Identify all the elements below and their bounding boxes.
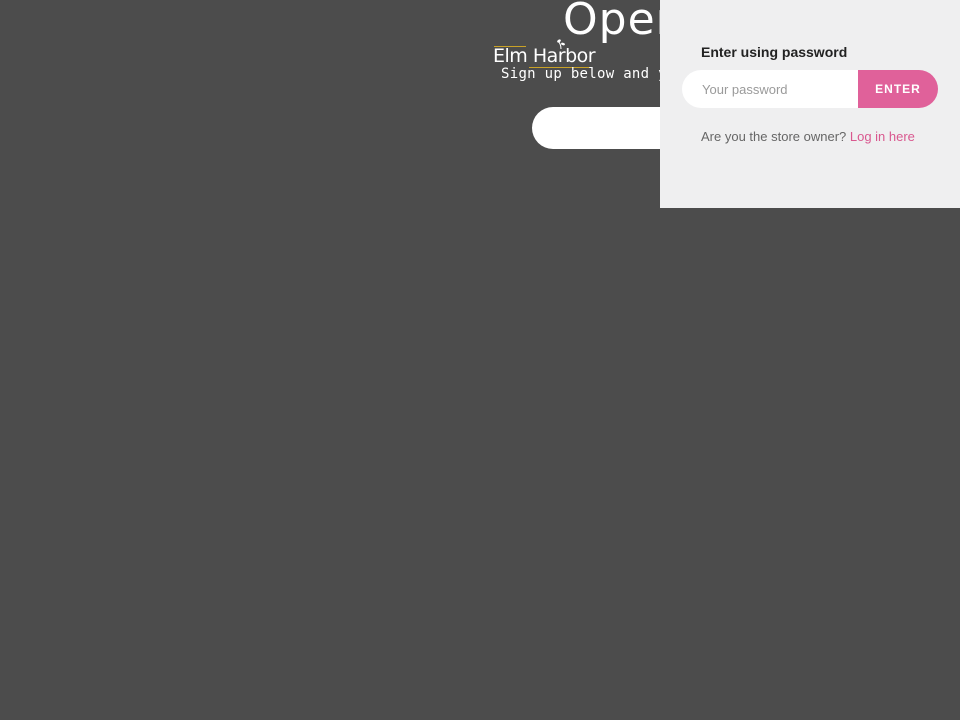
enter-button[interactable]: ENTER: [858, 70, 938, 108]
hero-title: Oper: [563, 0, 675, 45]
password-input[interactable]: [682, 70, 858, 108]
hero-subtitle: Sign up below and yo: [501, 66, 676, 82]
owner-login-line: Are you the store owner? Log in here: [701, 129, 915, 144]
panel-heading: Enter using password: [701, 44, 848, 60]
logo-text: Elm Harbor: [493, 45, 596, 67]
password-form: ENTER: [682, 70, 938, 108]
owner-prompt: Are you the store owner?: [701, 129, 850, 144]
leaf-icon: [557, 39, 565, 50]
password-panel: Enter using password ENTER Are you the s…: [660, 0, 960, 208]
login-link[interactable]: Log in here: [850, 129, 915, 144]
